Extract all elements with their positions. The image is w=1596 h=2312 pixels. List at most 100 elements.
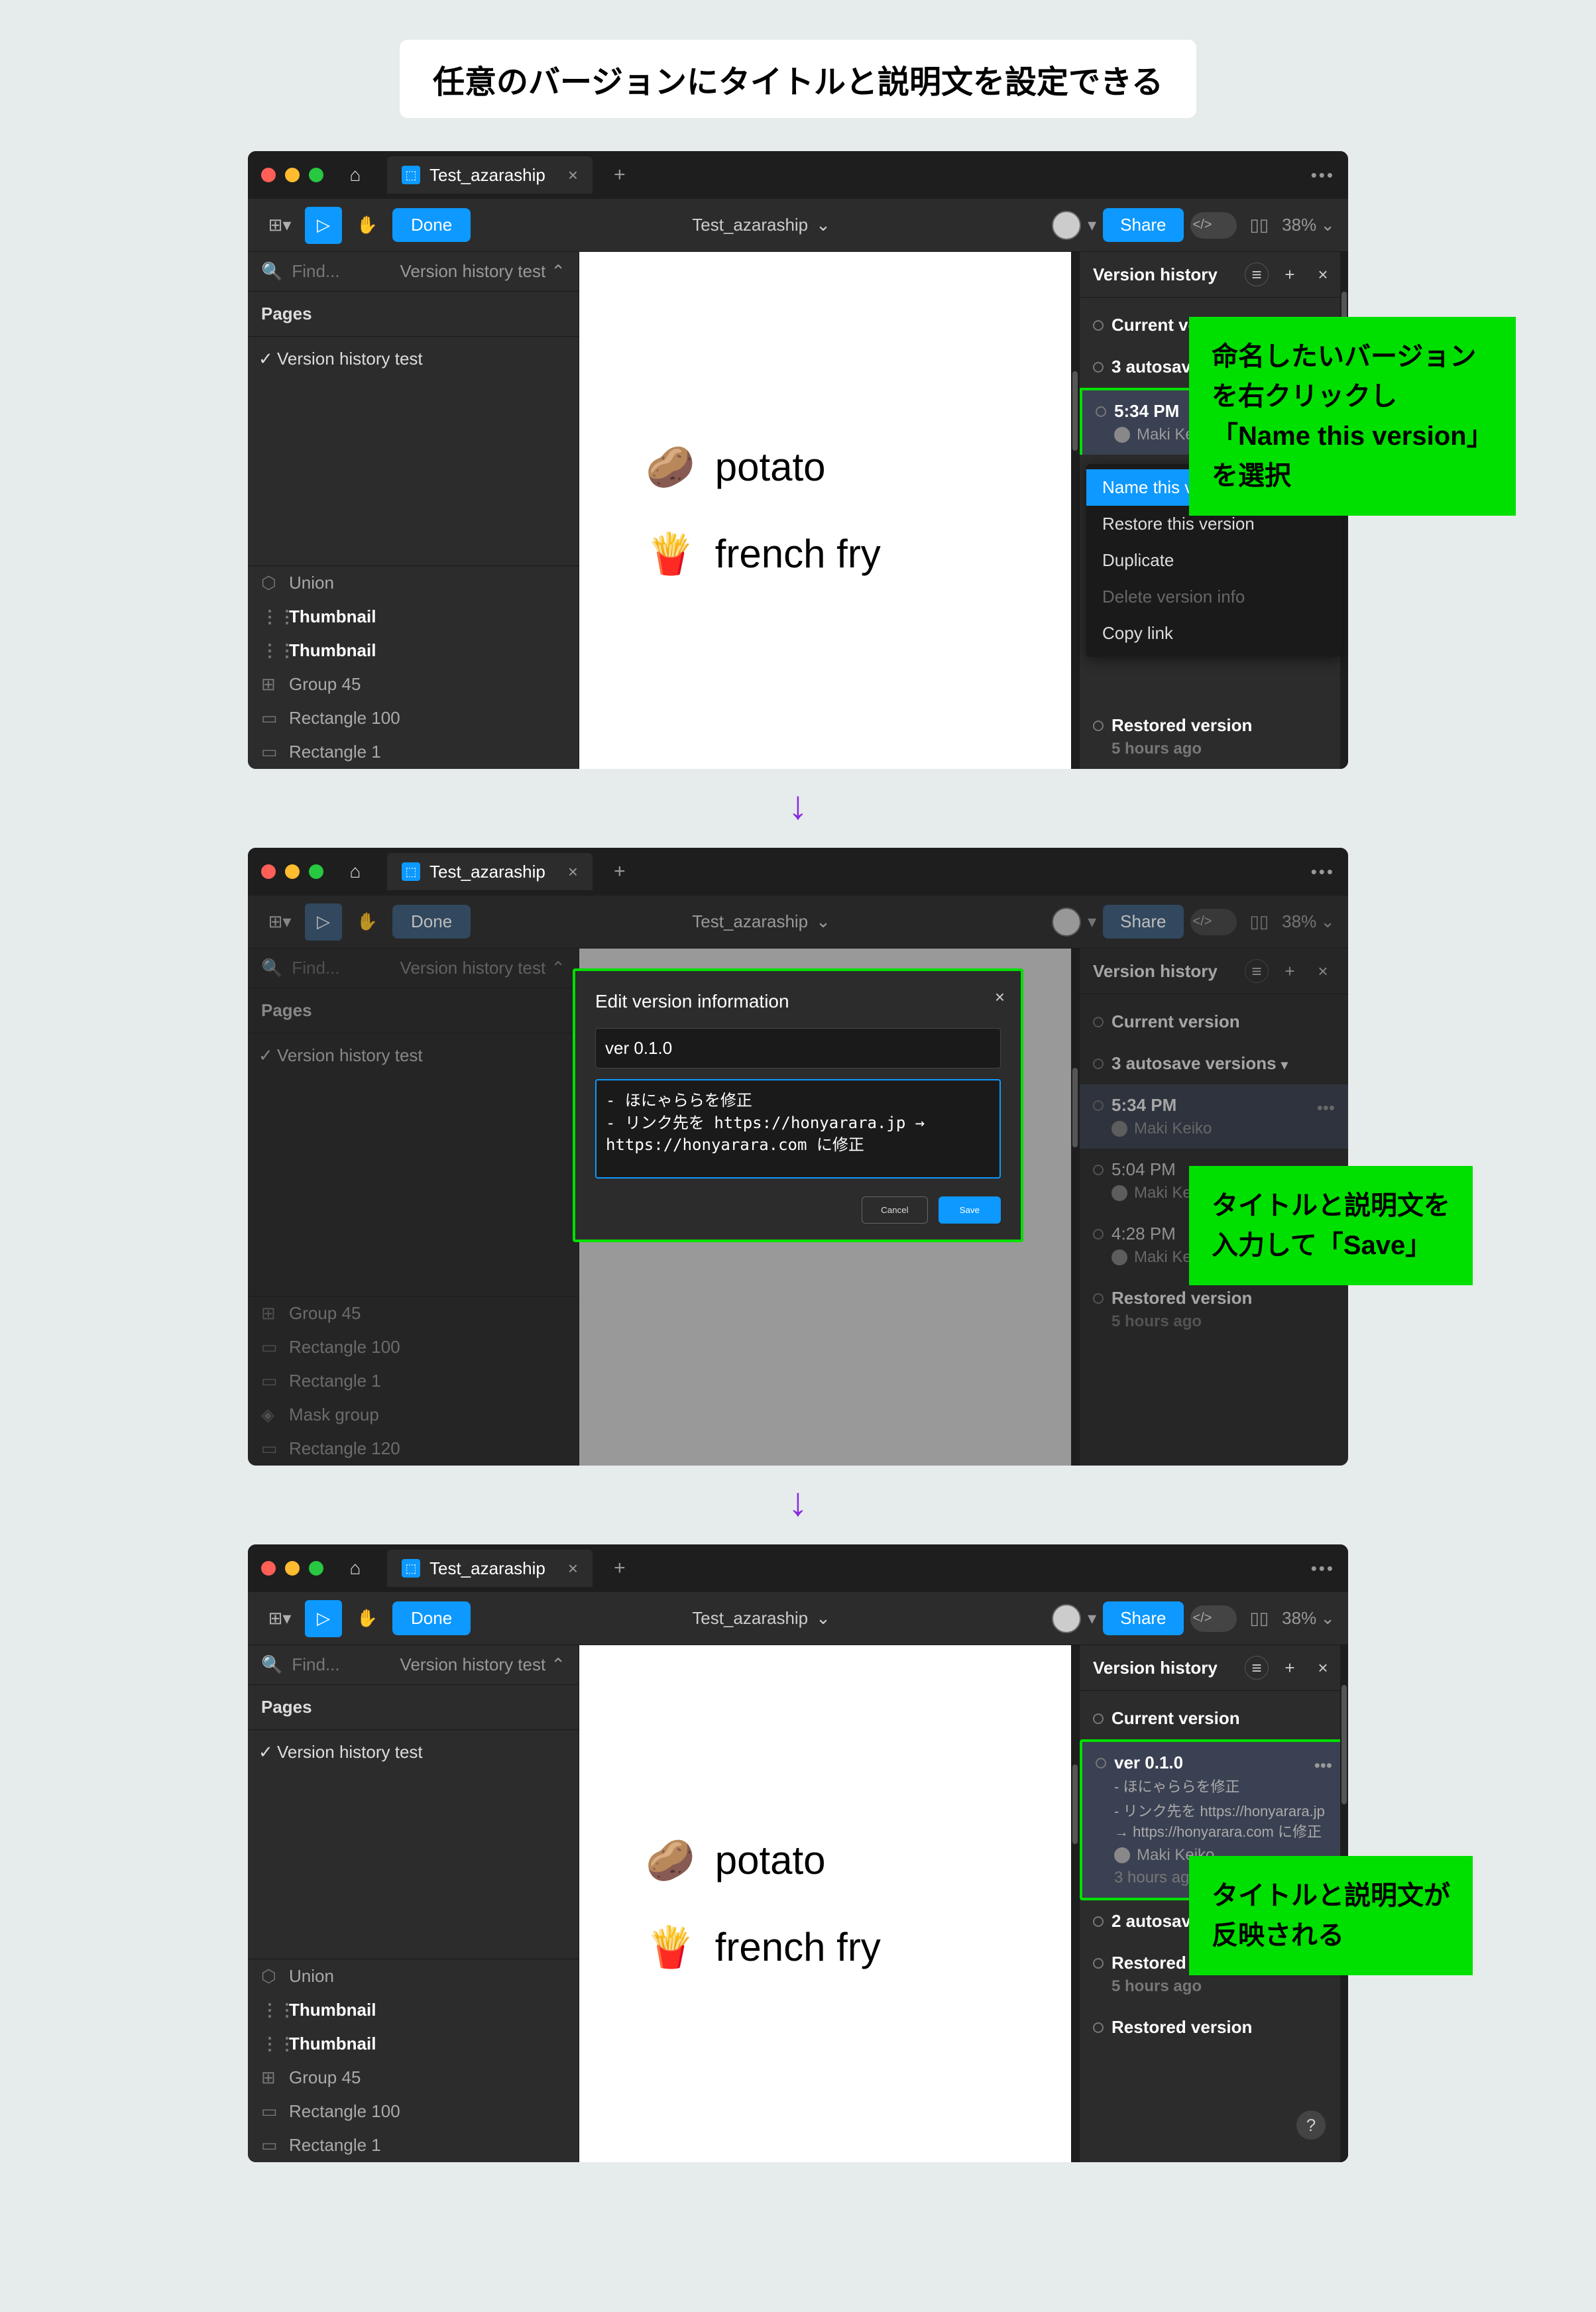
figma-menu-icon[interactable]: ⊞▾ (261, 1600, 298, 1637)
cancel-button[interactable]: Cancel (862, 1196, 928, 1224)
overflow-menu-icon[interactable]: ••• (1311, 165, 1335, 186)
window-controls[interactable] (261, 1561, 323, 1576)
overflow-menu-icon[interactable]: ••• (1311, 1558, 1335, 1579)
window-controls[interactable] (261, 864, 323, 879)
filter-dropdown[interactable]: Version history test⌃ (400, 261, 565, 282)
layer-item[interactable]: ⋮⋮Thumbnail (248, 600, 579, 634)
dropdown-icon[interactable]: ▾ (1088, 215, 1096, 235)
search-icon[interactable]: 🔍 (261, 1654, 282, 1675)
search-input[interactable]: Find... (292, 261, 339, 282)
done-button[interactable]: Done (392, 905, 471, 939)
close-icon[interactable]: × (1311, 262, 1335, 286)
minimize-window-icon[interactable] (285, 168, 300, 182)
save-button[interactable]: Save (939, 1196, 1001, 1224)
layer-item[interactable]: ⬡Union (248, 1959, 579, 1993)
done-button[interactable]: Done (392, 1601, 471, 1635)
close-tab-icon[interactable]: × (568, 165, 578, 186)
layer-item[interactable]: ▭Rectangle 100 (248, 2095, 579, 2128)
move-tool-icon[interactable]: ▷ (305, 903, 342, 941)
new-tab-icon[interactable]: + (614, 860, 626, 883)
pages-header[interactable]: Pages (261, 304, 565, 324)
file-title-center[interactable]: Test_azaraship⌄ (477, 1608, 1045, 1629)
home-icon[interactable]: ⌂ (337, 853, 374, 890)
version-item[interactable]: Restored version (1080, 2006, 1348, 2048)
maximize-window-icon[interactable] (309, 1561, 323, 1576)
version-description-input[interactable] (595, 1079, 1001, 1179)
user-avatar[interactable] (1052, 1604, 1081, 1633)
hand-tool-icon[interactable]: ✋ (349, 903, 386, 941)
zoom-control[interactable]: 38%⌄ (1282, 1608, 1335, 1629)
overflow-menu-icon[interactable]: ••• (1311, 862, 1335, 882)
file-tab[interactable]: ⬚ Test_azaraship × (387, 1550, 593, 1587)
file-title-center[interactable]: Test_azaraship ⌄ (477, 215, 1045, 235)
library-icon[interactable]: ▯▯ (1250, 215, 1269, 235)
page-item[interactable]: Version history test (248, 1730, 579, 1774)
layer-item[interactable]: ▭Rectangle 1 (248, 2128, 579, 2162)
new-tab-icon[interactable]: + (614, 1557, 626, 1580)
version-item[interactable]: Current version (1080, 1698, 1348, 1739)
add-icon[interactable]: + (1278, 262, 1302, 286)
close-window-icon[interactable] (261, 864, 276, 879)
file-tab[interactable]: ⬚ Test_azaraship × (387, 156, 593, 194)
maximize-window-icon[interactable] (309, 864, 323, 879)
figma-menu-icon[interactable]: ⊞▾ (261, 903, 298, 941)
home-icon[interactable]: ⌂ (337, 1550, 374, 1587)
hand-tool-icon[interactable]: ✋ (349, 1600, 386, 1637)
ctx-duplicate[interactable]: Duplicate (1086, 542, 1341, 579)
help-icon[interactable]: ? (1296, 2110, 1326, 2140)
dev-mode-toggle[interactable]: </> (1190, 212, 1237, 239)
filter-dropdown[interactable]: Version history test⌃ (400, 1654, 565, 1675)
dev-mode-toggle[interactable]: </> (1190, 909, 1237, 935)
layer-item[interactable]: ⋮⋮Thumbnail (248, 2027, 579, 2061)
search-icon[interactable]: 🔍 (261, 261, 282, 282)
share-button[interactable]: Share (1103, 905, 1183, 939)
move-tool-icon[interactable]: ▷ (305, 207, 342, 244)
maximize-window-icon[interactable] (309, 168, 323, 182)
share-button[interactable]: Share (1103, 1601, 1183, 1635)
figma-menu-icon[interactable]: ⊞▾ (261, 207, 298, 244)
search-input[interactable]: Find... (292, 1654, 339, 1675)
close-icon[interactable]: × (995, 987, 1005, 1008)
close-tab-icon[interactable]: × (568, 1558, 578, 1579)
close-window-icon[interactable] (261, 168, 276, 182)
canvas[interactable]: 🥔potato 🍟french fry (579, 1645, 1079, 2162)
version-item-restored[interactable]: Restored version 5 hours ago (1080, 705, 1348, 769)
close-icon[interactable]: × (1311, 1656, 1335, 1680)
pages-header[interactable]: Pages (261, 1697, 565, 1717)
close-tab-icon[interactable]: × (568, 862, 578, 882)
minimize-window-icon[interactable] (285, 864, 300, 879)
layer-item[interactable]: ⋮⋮Thumbnail (248, 634, 579, 667)
close-window-icon[interactable] (261, 1561, 276, 1576)
done-button[interactable]: Done (392, 208, 471, 242)
layer-item[interactable]: ⊞Group 45 (248, 667, 579, 701)
filter-icon[interactable]: ≡ (1245, 1656, 1269, 1680)
file-title-center[interactable]: Test_azaraship⌄ (477, 911, 1045, 932)
user-avatar[interactable] (1052, 211, 1081, 240)
layer-item[interactable]: ⋮⋮Thumbnail (248, 1993, 579, 2027)
layer-item[interactable]: ▭Rectangle 1 (248, 735, 579, 769)
move-tool-icon[interactable]: ▷ (305, 1600, 342, 1637)
canvas[interactable]: 🥔potato 🍟french fry (579, 252, 1079, 769)
ctx-copy-link[interactable]: Copy link (1086, 615, 1341, 652)
file-tab[interactable]: ⬚ Test_azaraship × (387, 853, 593, 890)
version-options-icon[interactable]: ••• (1314, 1755, 1332, 1776)
zoom-control[interactable]: 38%⌄ (1282, 911, 1335, 932)
library-icon[interactable]: ▯▯ (1250, 1608, 1269, 1629)
layer-item[interactable]: ▭Rectangle 100 (248, 701, 579, 735)
filter-icon[interactable]: ≡ (1245, 262, 1269, 286)
version-title-input[interactable] (595, 1028, 1001, 1069)
zoom-control[interactable]: 38% ⌄ (1282, 215, 1335, 235)
hand-tool-icon[interactable]: ✋ (349, 207, 386, 244)
add-icon[interactable]: + (1278, 1656, 1302, 1680)
layer-item[interactable]: ⬡Union (248, 566, 579, 600)
user-avatar[interactable] (1052, 907, 1081, 937)
layer-item[interactable]: ⊞Group 45 (248, 2061, 579, 2095)
share-button[interactable]: Share (1103, 208, 1183, 242)
new-tab-icon[interactable]: + (614, 164, 626, 186)
window-controls[interactable] (261, 168, 323, 182)
library-icon[interactable]: ▯▯ (1250, 911, 1269, 932)
page-item[interactable]: Version history test (248, 337, 579, 381)
home-icon[interactable]: ⌂ (337, 156, 374, 194)
minimize-window-icon[interactable] (285, 1561, 300, 1576)
dev-mode-toggle[interactable]: </> (1190, 1605, 1237, 1632)
